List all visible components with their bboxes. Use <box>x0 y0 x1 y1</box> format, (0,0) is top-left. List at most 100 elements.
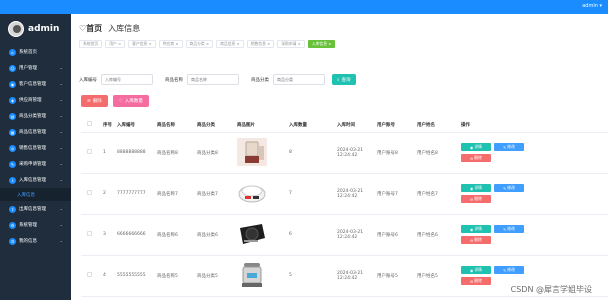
cell-name: 商品名称7 <box>155 173 195 215</box>
cell-account: 用户账号8 <box>375 132 415 174</box>
delete-button[interactable]: ⊖ 删除 <box>461 236 491 244</box>
chevron-down-icon: ⌄ <box>59 161 63 166</box>
main-content: ♡首页 入库信息 系统首页 用户 × 客户信息 × 供应商 × 商品分类 × 商品信息 ×… <box>71 14 608 300</box>
supplier-icon: ◈ <box>9 96 16 104</box>
cell-name: 商品名称5 <box>155 255 195 297</box>
eye-icon: ◉ <box>470 144 474 150</box>
category-icon: ▤ <box>9 112 16 120</box>
tag-2[interactable]: 客户信息 × <box>128 40 156 48</box>
chevron-down-icon: ⌄ <box>59 129 63 134</box>
eye-icon: ◉ <box>470 185 474 191</box>
row-checkbox[interactable] <box>87 149 92 154</box>
cell-account: 用户账号5 <box>375 255 415 297</box>
pencil-icon: ✎ <box>503 267 507 273</box>
watermark: CSDN @犀言学姐毕设 <box>510 285 592 294</box>
breadcrumb-home[interactable]: ♡首页 <box>79 23 102 34</box>
sidebar-item-label: 销售信息管理 <box>19 146 46 151</box>
user-icon: ☺ <box>9 64 16 72</box>
tag-7[interactable]: 采购申请 × <box>277 40 305 48</box>
cell-qty: 6 <box>287 214 335 256</box>
sidebar-item-2[interactable]: ◉ 客户信息管理 ⌄ <box>0 76 71 92</box>
cell-qty: 7 <box>287 173 335 215</box>
column-header: 用户姓名 <box>415 118 459 133</box>
product-image-cell <box>235 255 287 297</box>
tags-bar: 系统首页 用户 × 客户信息 × 供应商 × 商品分类 × 商品信息 × 销售信息 × 采购申… <box>79 40 336 48</box>
inbound-icon: ⇩ <box>9 176 16 184</box>
cell-code: 8888888888 <box>115 132 155 174</box>
chevron-down-icon: ⌄ <box>59 97 63 102</box>
sidebar: admin ⌂ 系统首页 ☺ 用户管理 ⌄ ◉ 客户信息管理 ⌄ ◈ 供应商管理 ⌄ ▤ 商品分类管理 ⌄… <box>0 14 71 300</box>
edit-button[interactable]: ✎ 修改 <box>494 266 524 274</box>
sidebar-item-label: 供应商管理 <box>19 98 42 103</box>
tag-1[interactable]: 用户 × <box>105 40 126 48</box>
user-menu[interactable]: admin ▾ <box>582 3 602 9</box>
search-form: 入库编号 商品名称 商品分类 ⌕查询 <box>79 74 356 85</box>
column-header: 序号 <box>101 118 115 133</box>
inbound-qty-button[interactable]: ♡ 入库数量 <box>112 95 149 107</box>
detail-button[interactable]: ◉ 详情 <box>461 225 491 233</box>
column-header: 入库时间 <box>335 118 375 133</box>
search-name-input[interactable] <box>187 74 239 85</box>
goods-icon: ▦ <box>9 128 16 136</box>
brand: admin <box>0 14 71 44</box>
tag-0[interactable]: 系统首页 <box>79 40 103 48</box>
chevron-down-icon: ⌄ <box>59 222 63 227</box>
pencil-icon: ✎ <box>503 226 507 232</box>
product-image-cell <box>235 214 287 256</box>
detail-button[interactable]: ◉ 详情 <box>461 184 491 192</box>
tag-8[interactable]: 入库信息 × <box>307 40 336 48</box>
cell-index: 4 <box>101 255 115 297</box>
sidebar-item-3[interactable]: ◈ 供应商管理 ⌄ <box>0 92 71 108</box>
column-header: 入库数量 <box>287 118 335 133</box>
sidebar-item-5[interactable]: ▦ 商品信息管理 ⌄ <box>0 124 71 140</box>
search-button[interactable]: ⌕ 查询 <box>332 74 356 85</box>
sidebar-item-0[interactable]: ⌂ 系统首页 <box>0 44 71 60</box>
top-bar: admin ▾ <box>0 0 608 14</box>
edit-button[interactable]: ✎ 修改 <box>494 225 524 233</box>
tag-6[interactable]: 销售信息 × <box>246 40 275 48</box>
edit-button[interactable]: ✎ 修改 <box>494 143 524 151</box>
chevron-down-icon: ⌄ <box>59 238 63 243</box>
select-all-checkbox[interactable] <box>87 121 92 127</box>
cell-time: 2024-03-21 12:24:42 <box>335 173 375 215</box>
search-category-input[interactable] <box>273 74 325 85</box>
cell-account: 用户账号7 <box>375 173 415 215</box>
cell-time: 2024-03-21 12:24:42 <box>335 255 375 297</box>
sidebar-item-10[interactable]: ⚙ 系统管理 ⌄ <box>0 217 71 233</box>
home-icon: ⌂ <box>9 48 16 56</box>
sidebar-item-4[interactable]: ▤ 商品分类管理 ⌄ <box>0 108 71 124</box>
blender-icon <box>237 137 269 168</box>
detail-button[interactable]: ◉ 详情 <box>461 266 491 274</box>
sidebar-item-7[interactable]: ✎ 采购申请管理 ⌄ <box>0 156 71 172</box>
cell-code: 5555555555 <box>115 255 155 297</box>
sidebar-item-label: 入库信息管理 <box>19 178 46 183</box>
row-checkbox-cell <box>81 132 101 174</box>
cell-index: 1 <box>101 132 115 174</box>
delete-button[interactable]: ⊖ 删除 <box>461 195 491 203</box>
induction-cooker-icon <box>237 220 269 250</box>
outbound-icon: ⇧ <box>9 205 16 213</box>
detail-button[interactable]: ◉ 详情 <box>461 143 491 151</box>
cell-time: 2024-03-21 12:24:42 <box>335 132 375 174</box>
trash-icon: ⊖ <box>470 155 474 161</box>
edit-button[interactable]: ✎ 修改 <box>494 184 524 192</box>
submenu-item-inbound[interactable]: 入库信息 <box>0 188 71 201</box>
sidebar-item-11[interactable]: ☰ 我的信息 ⌄ <box>0 233 71 249</box>
row-checkbox[interactable] <box>87 231 92 236</box>
tag-4[interactable]: 商品分类 × <box>185 40 214 48</box>
sidebar-item-6[interactable]: ◎ 销售信息管理 ⌄ <box>0 140 71 156</box>
sidebar-item-1[interactable]: ☺ 用户管理 ⌄ <box>0 60 71 76</box>
column-header: 商品名称 <box>155 118 195 133</box>
delete-button[interactable]: ⊖ 删除 <box>461 277 491 285</box>
row-checkbox[interactable] <box>87 272 92 277</box>
delete-button[interactable]: ⊖ 删除 <box>461 154 491 162</box>
sidebar-item-8[interactable]: ⇩ 入库信息管理 ⌄ <box>0 172 71 188</box>
sidebar-item-label: 客户信息管理 <box>19 82 46 87</box>
search-code-input[interactable] <box>101 74 153 85</box>
row-checkbox[interactable] <box>87 190 92 195</box>
tag-5[interactable]: 商品信息 × <box>216 40 244 48</box>
tag-3[interactable]: 供应商 × <box>158 40 183 48</box>
sidebar-item-9[interactable]: ⇧ 出库信息管理 ⌄ <box>0 201 71 217</box>
row-actions: ◉ 详情 ✎ 修改 ⊖ 删除 <box>459 214 608 256</box>
batch-delete-button[interactable]: ⊖ 删除 <box>81 95 108 107</box>
